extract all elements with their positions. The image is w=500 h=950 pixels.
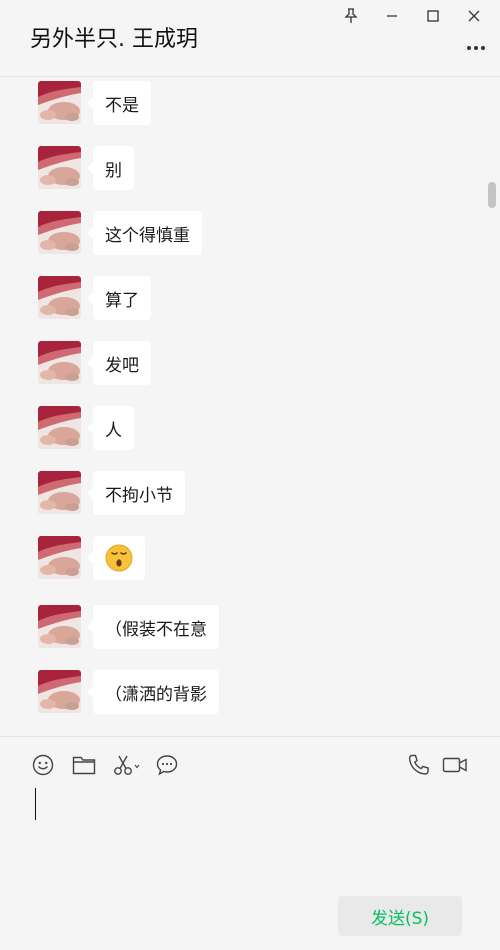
avatar[interactable] [38,406,81,449]
message-text: 算了 [105,290,139,311]
avatar[interactable] [38,670,81,713]
surprised-face-emoji [105,544,133,572]
voice-call-button[interactable] [406,752,432,778]
message-bubble[interactable]: 这个得慎重 [87,211,202,255]
message-bubble[interactable]: （假装不在意 [87,605,219,649]
message-list[interactable]: 不是别这个得慎重算了发吧人不拘小节 （假装不在意 （潇洒的背影 [0,78,500,735]
avatar[interactable] [38,536,81,579]
chat-bubble-icon [156,755,178,776]
send-button[interactable]: 发送(S) [338,896,462,936]
scrollbar-thumb[interactable] [488,182,496,208]
message-row: （潇洒的背影 [38,670,219,716]
message-bubble-emoji[interactable] [87,536,145,580]
emoji-icon [32,754,54,776]
message-row: 不是 [38,81,151,127]
pin-icon [343,8,358,23]
message-bubble[interactable]: 人 [87,406,134,450]
avatar[interactable] [38,146,81,189]
message-text: （潇洒的背影 [105,684,207,705]
message-row: 不拘小节 [38,471,185,517]
message-input[interactable] [30,785,470,885]
message-text: 这个得慎重 [105,225,190,246]
video-icon [442,757,467,773]
maximize-icon [426,10,439,22]
message-bubble[interactable]: 发吧 [87,341,151,385]
close-button[interactable] [453,4,494,28]
avatar[interactable] [38,605,81,648]
message-bubble[interactable]: （潇洒的背影 [87,670,219,714]
message-row: 人 [38,406,134,452]
message-bubble[interactable]: 算了 [87,276,151,320]
pin-button[interactable] [330,4,371,28]
message-row: 别 [38,146,134,192]
phone-icon [408,754,429,775]
more-button[interactable] [464,40,488,56]
file-button[interactable] [71,752,97,778]
message-text: 别 [105,160,122,181]
message-row: 发吧 [38,341,151,387]
message-bubble[interactable]: 不是 [87,81,151,125]
minimize-button[interactable] [371,4,412,28]
message-text: 发吧 [105,355,139,376]
maximize-button[interactable] [412,4,453,28]
more-icon [467,46,485,50]
scissors-icon [114,755,140,775]
window-controls [330,4,494,28]
input-area: 发送(S) [0,736,500,950]
emoji-button[interactable] [30,752,56,778]
avatar[interactable] [38,341,81,384]
avatar[interactable] [38,471,81,514]
message-text: 不拘小节 [105,485,173,506]
folder-icon [72,756,96,775]
message-row: 算了 [38,276,151,322]
message-row [38,536,145,582]
avatar[interactable] [38,211,81,254]
chat-title: 另外半只. 王成玥 [30,27,198,52]
message-row: （假装不在意 [38,605,219,651]
message-text: （假装不在意 [105,619,207,640]
avatar[interactable] [38,276,81,319]
chat-window: 另外半只. 王成玥 不是 别 这个得慎重 算了 发吧 人 不拘小节 （假装不在意… [0,0,500,950]
chat-history-button[interactable] [154,752,180,778]
screenshot-button[interactable] [112,752,142,778]
minimize-icon [386,15,397,17]
message-row: 这个得慎重 [38,211,202,257]
message-bubble[interactable]: 别 [87,146,134,190]
message-bubble[interactable]: 不拘小节 [87,471,185,515]
title-bar: 另外半只. 王成玥 [0,0,500,77]
close-icon [468,10,479,22]
video-call-button[interactable] [442,752,468,778]
message-text: 不是 [105,95,139,116]
message-text: 人 [105,420,122,441]
avatar[interactable] [38,81,81,124]
